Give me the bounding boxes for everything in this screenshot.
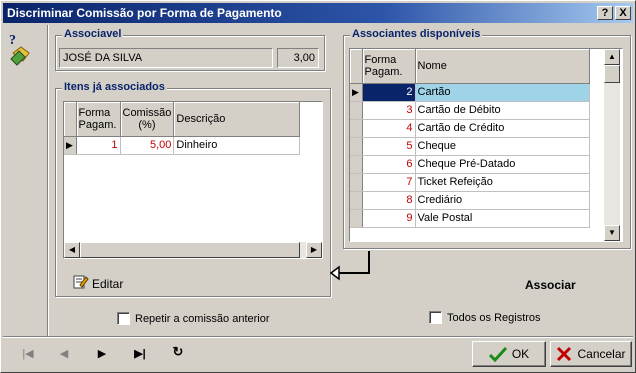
table-row[interactable]: ▶ 2 Cartão — [350, 83, 590, 102]
window-title: Discriminar Comissão por Forma de Pagame… — [7, 6, 282, 20]
associate-arrow-icon — [329, 251, 370, 281]
refresh-icon[interactable]: ↻ — [169, 344, 187, 360]
prev-record-icon[interactable]: ◀ — [55, 347, 73, 360]
title-bar[interactable]: Discriminar Comissão por Forma de Pagame… — [3, 3, 633, 23]
cancel-button[interactable]: Cancelar — [550, 341, 632, 367]
assoc-cell-forma[interactable]: 8 — [362, 191, 416, 210]
associantes-vertical-scrollbar[interactable]: ▲ ▼ — [604, 49, 620, 241]
assoc-cell-forma[interactable]: 5 — [362, 137, 416, 156]
editar-label: Editar — [92, 276, 124, 291]
itens-col-forma[interactable]: Forma Pagam. — [76, 102, 121, 137]
assoc-cell-forma[interactable]: 3 — [362, 101, 416, 120]
associantes-grid[interactable]: Forma Pagam. Nome ▶ 2 Cartão 3 Cartão de… — [349, 48, 623, 242]
table-row[interactable]: ▶ 1 5,00 Dinheiro — [64, 136, 300, 155]
cancel-x-icon — [557, 346, 572, 362]
assoc-cell-nome[interactable]: Cartão de Débito — [415, 101, 590, 120]
editar-button[interactable]: Editar — [73, 274, 123, 293]
scroll-up-icon[interactable]: ▲ — [604, 49, 620, 65]
close-button[interactable]: X — [615, 6, 631, 20]
table-row[interactable]: 6 Cheque Pré-Datado — [350, 155, 590, 174]
assoc-cell-forma[interactable]: 6 — [362, 155, 416, 174]
row-indicator — [350, 155, 363, 174]
table-row[interactable]: 4 Cartão de Crédito — [350, 119, 590, 138]
row-indicator — [350, 173, 363, 192]
scroll-right-icon[interactable]: ▶ — [306, 242, 322, 258]
cancel-label: Cancelar — [577, 347, 626, 361]
associantes-label: Associantes disponíveis — [350, 28, 483, 40]
repetir-checkbox[interactable] — [117, 312, 130, 325]
row-indicator — [350, 137, 363, 156]
last-record-icon[interactable]: ▶| — [131, 347, 149, 360]
repetir-checkbox-row[interactable]: Repetir a comissão anterior — [117, 312, 270, 325]
assoc-cell-nome[interactable]: Cartão de Crédito — [415, 119, 590, 138]
assoc-col-nome[interactable]: Nome — [415, 49, 590, 84]
check-icon — [488, 346, 507, 362]
itens-associados-label: Itens já associados — [62, 81, 167, 93]
assoc-cell-forma[interactable]: 9 — [362, 209, 416, 228]
table-row[interactable]: 9 Vale Postal — [350, 209, 590, 228]
associavel-value-field: 3,00 — [277, 48, 319, 68]
itens-grid-indicator-header — [64, 102, 77, 137]
associar-button[interactable]: Associar — [525, 278, 576, 292]
itens-scroll-thumb[interactable] — [80, 242, 300, 258]
ok-button[interactable]: OK — [472, 341, 546, 367]
horizontal-separator — [3, 336, 633, 338]
ok-label: OK — [511, 347, 530, 361]
table-row[interactable]: 3 Cartão de Débito — [350, 101, 590, 120]
itens-cell-forma[interactable]: 1 — [76, 136, 121, 155]
vertical-separator — [47, 25, 49, 336]
associavel-label: Associavel — [62, 28, 124, 40]
help-assoc-icon: ? — [9, 31, 33, 67]
assoc-grid-indicator-header — [350, 49, 363, 84]
assoc-cell-nome[interactable]: Cheque Pré-Datado — [415, 155, 590, 174]
assoc-cell-forma[interactable]: 2 — [362, 83, 416, 102]
assoc-cell-nome[interactable]: Cheque — [415, 137, 590, 156]
dialog-window: Discriminar Comissão por Forma de Pagame… — [0, 0, 636, 373]
todos-checkbox-row[interactable]: Todos os Registros — [429, 311, 541, 324]
assoc-cell-nome[interactable]: Vale Postal — [415, 209, 590, 228]
todos-label: Todos os Registros — [447, 311, 541, 324]
table-row[interactable]: 8 Crediário — [350, 191, 590, 210]
assoc-cell-forma[interactable]: 7 — [362, 173, 416, 192]
assoc-cell-nome[interactable]: Cartão — [415, 83, 590, 102]
itens-col-descricao[interactable]: Descrição — [173, 102, 300, 137]
row-indicator — [350, 101, 363, 120]
row-indicator-icon: ▶ — [350, 83, 363, 102]
row-indicator-icon: ▶ — [64, 136, 77, 155]
assoc-cell-forma[interactable]: 4 — [362, 119, 416, 138]
itens-horizontal-scrollbar[interactable]: ◀ ▶ — [64, 242, 322, 258]
row-indicator — [350, 119, 363, 138]
row-indicator — [350, 209, 363, 228]
assoc-cell-nome[interactable]: Ticket Refeição — [415, 173, 590, 192]
next-record-icon[interactable]: ▶ — [93, 347, 111, 360]
repetir-label: Repetir a comissão anterior — [135, 312, 270, 325]
itens-col-comissao[interactable]: Comissão (%) — [120, 102, 175, 137]
associantes-scroll-thumb[interactable] — [604, 65, 620, 83]
table-row[interactable]: 7 Ticket Refeição — [350, 173, 590, 192]
row-indicator — [350, 191, 363, 210]
scroll-left-icon[interactable]: ◀ — [64, 242, 80, 258]
help-button[interactable]: ? — [597, 6, 613, 20]
edit-icon — [73, 274, 89, 293]
assoc-col-forma[interactable]: Forma Pagam. — [362, 49, 416, 84]
itens-cell-descricao[interactable]: Dinheiro — [173, 136, 300, 155]
todos-checkbox[interactable] — [429, 311, 442, 324]
associavel-name-field: JOSÉ DA SILVA — [59, 48, 273, 68]
scroll-down-icon[interactable]: ▼ — [604, 225, 620, 241]
first-record-icon[interactable]: |◀ — [19, 347, 37, 360]
assoc-cell-nome[interactable]: Crediário — [415, 191, 590, 210]
table-row[interactable]: 5 Cheque — [350, 137, 590, 156]
itens-cell-comissao[interactable]: 5,00 — [120, 136, 175, 155]
itens-grid[interactable]: Forma Pagam. Comissão (%) Descrição ▶ 1 … — [63, 101, 323, 259]
svg-text:?: ? — [9, 33, 16, 48]
